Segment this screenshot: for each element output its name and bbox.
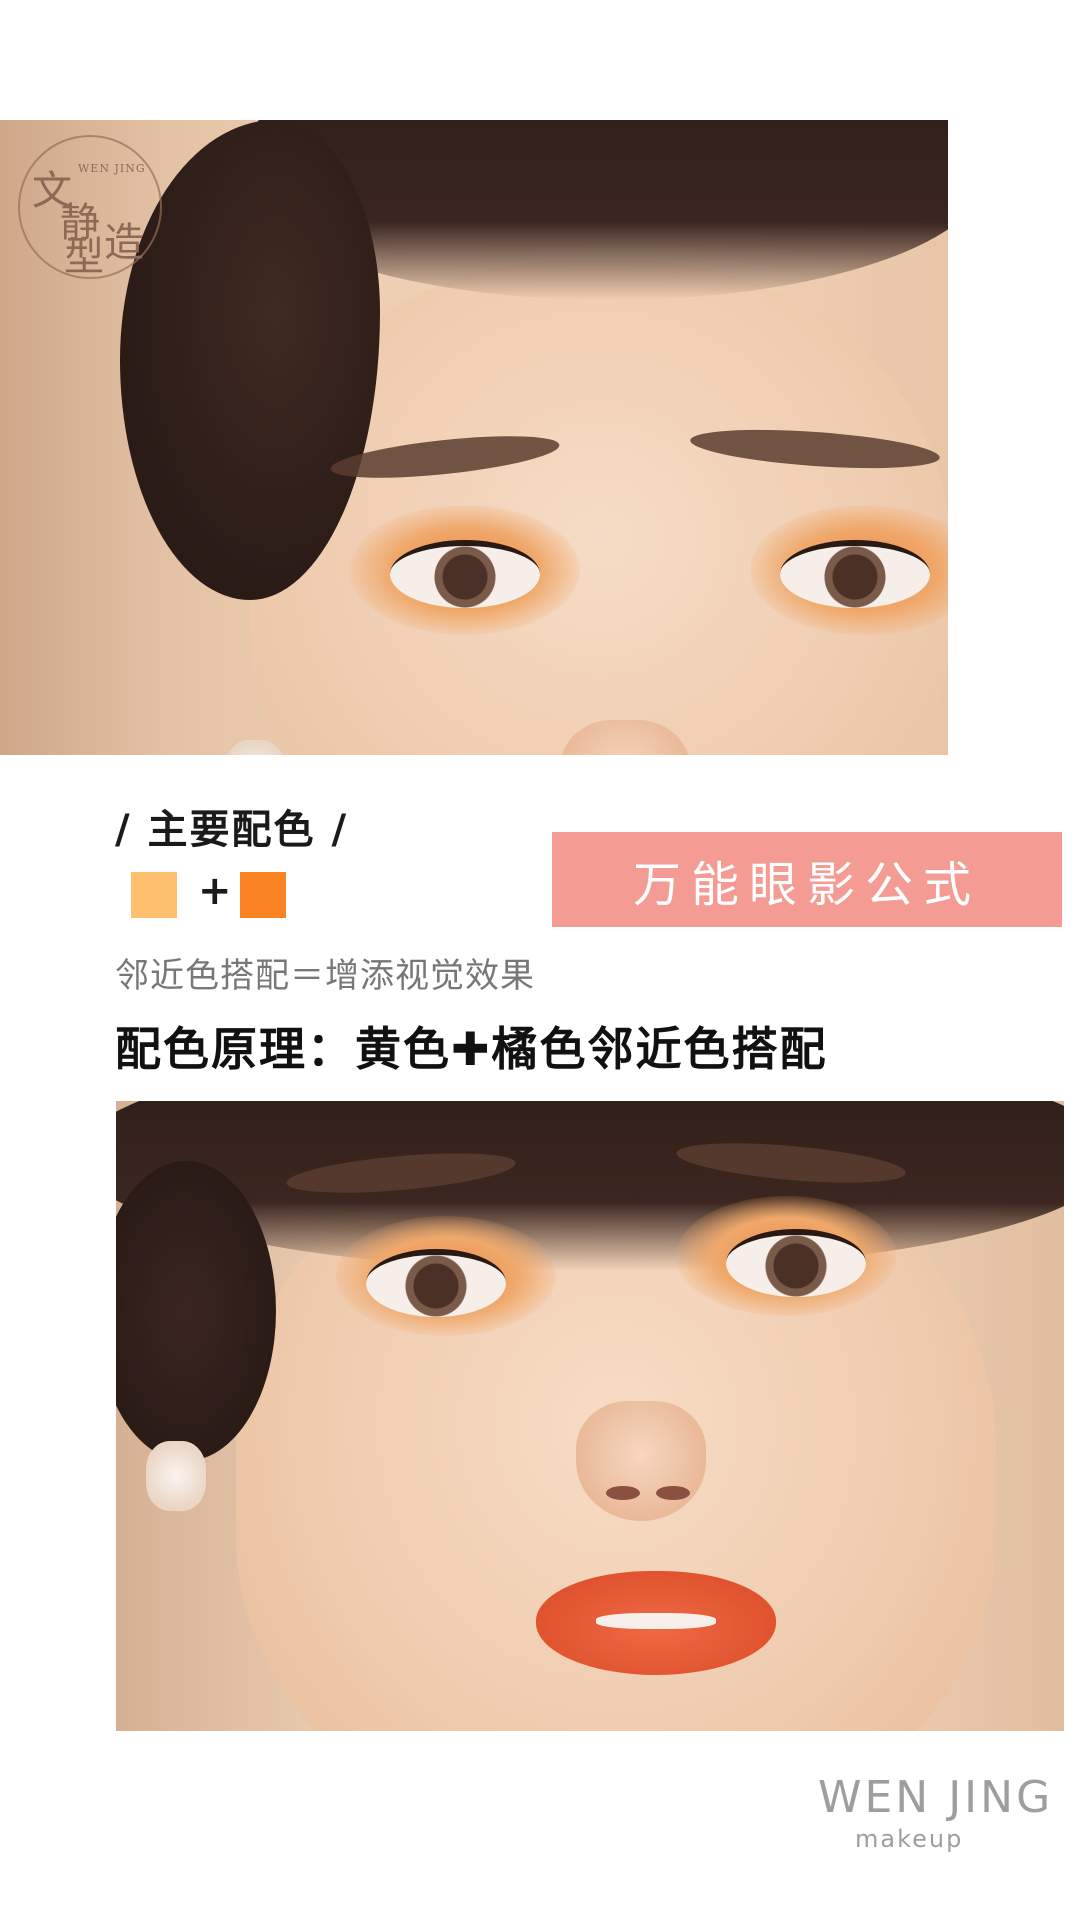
left-eye — [390, 540, 540, 608]
brand-subtitle: makeup — [855, 1825, 964, 1853]
left-eye — [366, 1249, 506, 1317]
color-swatch-orange — [240, 872, 286, 918]
right-eye — [726, 1229, 866, 1297]
earring — [225, 740, 285, 755]
teeth — [596, 1613, 716, 1629]
bottom-makeup-photo — [116, 1101, 1064, 1731]
section-title: / 主要配色 / — [115, 807, 349, 853]
plus-icon: + — [198, 868, 232, 914]
title-banner: 万能眼影公式 — [552, 832, 1062, 927]
nostril-right — [656, 1486, 690, 1500]
banner-title: 万能眼影公式 — [632, 856, 981, 913]
color-swatch-yellow — [131, 872, 177, 918]
note-text: 邻近色搭配＝增添视觉效果 — [115, 956, 535, 996]
brand-logo-seal: WEN JING 文 静 造 型 — [18, 135, 162, 279]
logo-char-4: 型 — [64, 234, 104, 280]
logo-en-text: WEN JING — [78, 162, 146, 175]
right-eye — [780, 540, 930, 608]
nose — [576, 1401, 706, 1521]
nostril-left — [606, 1486, 640, 1500]
principle-text: 配色原理：黄色✚橘色邻近色搭配 — [115, 1022, 828, 1076]
logo-char-3: 造 — [104, 220, 144, 266]
earring — [146, 1441, 206, 1511]
brand-name: WEN JING — [818, 1772, 1054, 1823]
